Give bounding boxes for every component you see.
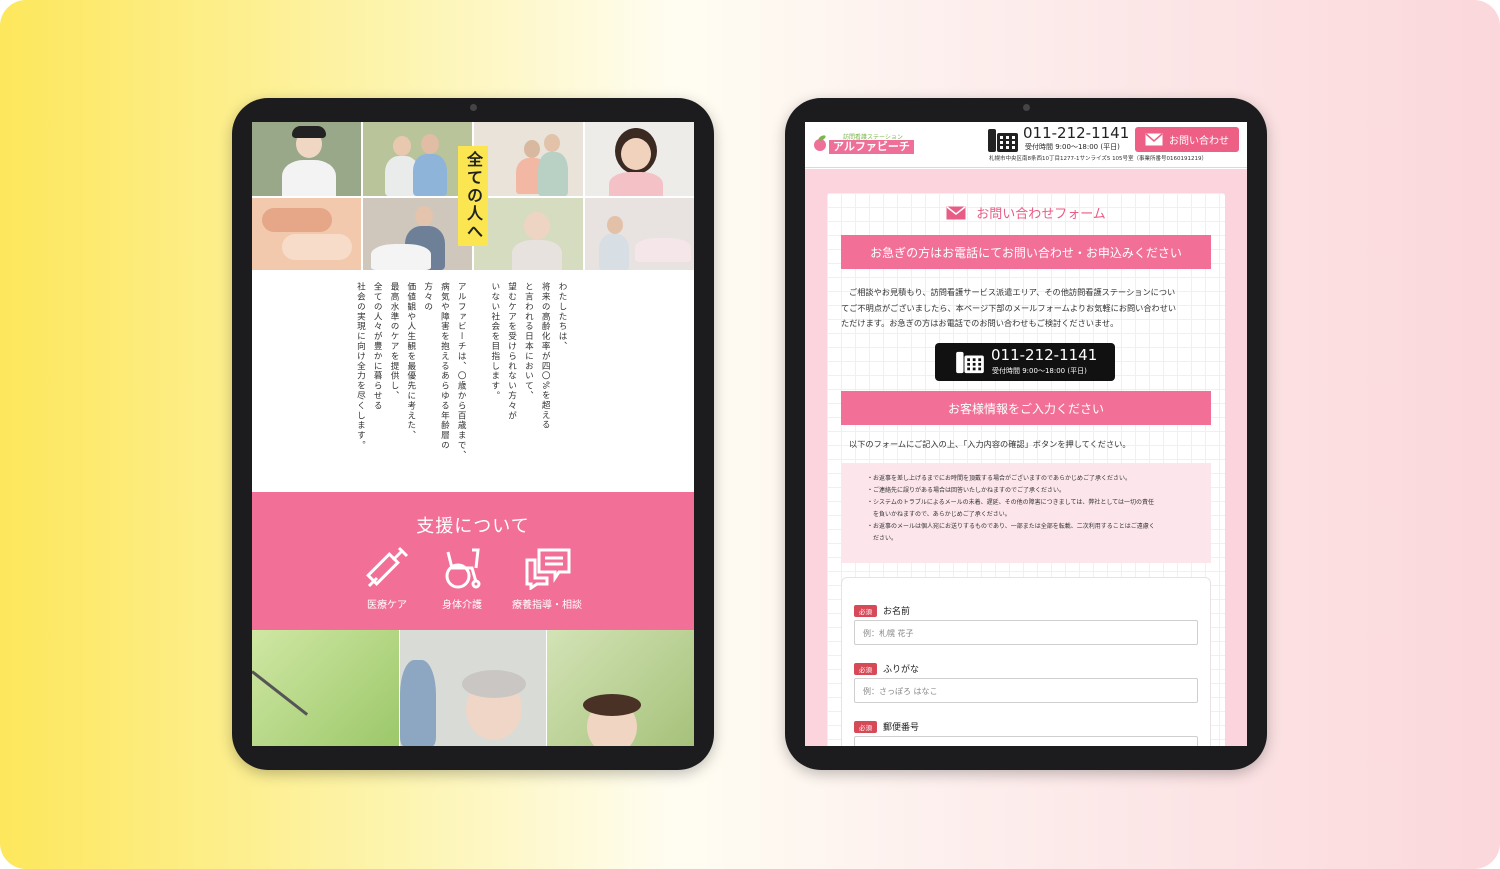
- call-button[interactable]: 011-212-1141 受付時間 9:00〜18:00 (平日): [935, 343, 1115, 381]
- photo-green-blur: [252, 630, 399, 746]
- leaf-logo-icon[interactable]: [813, 134, 827, 152]
- photo-elderly-woman: [400, 630, 546, 746]
- intro-line: と言われる日本において、: [523, 282, 534, 401]
- form-notes: ・お返事を差し上げるまでにお時間を頂戴する場合がございますのであらかじめご了承く…: [841, 463, 1211, 563]
- postal-code-input[interactable]: [854, 736, 1198, 746]
- bottom-photo-strip: [252, 630, 694, 746]
- intro-line: 病気や障害を抱えるあらゆる年齢層の方々の: [422, 282, 450, 451]
- photo-bedside: [585, 198, 694, 270]
- syringe-icon: [366, 546, 409, 588]
- contact-form-card: お問い合わせフォーム お急ぎの方はお電話にてお問い合わせ・お申込みください ご相…: [827, 193, 1225, 746]
- intro-line: 最高水準のケアを提供し、: [389, 282, 400, 401]
- call-button-number: 011-212-1141: [991, 346, 1098, 364]
- intro-spacer: ​: [469, 282, 486, 462]
- name-input[interactable]: 例：札幌 花子: [854, 620, 1198, 645]
- contact-button[interactable]: お問い合わせ: [1135, 127, 1239, 152]
- contact-button-label: お問い合わせ: [1169, 136, 1229, 147]
- note-line: ださい。: [867, 535, 898, 542]
- intro-line: 全ての人々が豊かに暮らせる: [372, 282, 383, 411]
- header-address: 札幌市中央区南8条西10丁目1277-1サンライズ5 105号室（事業所番号01…: [989, 156, 1208, 162]
- logo-name[interactable]: アルファビーチ: [829, 140, 914, 154]
- field-postal-code: 必須 郵便番号: [854, 716, 1198, 746]
- intro-text: ご相談やお見積もり、訪問看護サービス派遣エリア、その他訪問看護ステーションについ…: [841, 285, 1211, 332]
- service-label: 医療ケア: [367, 600, 407, 611]
- intro-line: 望むケアを受けられない方々が: [506, 282, 517, 421]
- intro-line: アルファビーチは、〇歳から百歳まで、: [456, 282, 467, 461]
- photo-elderly-man: [252, 122, 361, 196]
- field-label: 郵便番号: [883, 723, 920, 733]
- mail-icon: [1145, 133, 1163, 146]
- customer-form: 必須 お名前 例：札幌 花子 必須 ふりがな 例：さっぽろ はなこ 必須 郵便番号: [841, 577, 1211, 746]
- support-title: 支援について: [416, 516, 530, 537]
- intro-line: いない社会を目指します。: [489, 282, 500, 401]
- service-consultation[interactable]: 療養指導・相談: [509, 544, 585, 611]
- mail-icon: [946, 205, 966, 219]
- required-badge: 必須: [854, 604, 877, 617]
- fax-phone-icon: [956, 351, 984, 374]
- note-line: ・ご連絡先に誤りがある場合は回答いたしかねますのでご了承ください。: [867, 487, 1066, 494]
- right-tablet-frame: 訪問看護ステーション アルファビーチ 011-212-1141 受付時間 9:0…: [785, 98, 1267, 770]
- intro-line: 将来の高齢化率が四〇%を超える: [540, 282, 551, 431]
- photo-nurse-smiling: [547, 630, 694, 746]
- left-tablet-frame: 全ての人へ わたしたちは、 将来の高齢化率が四〇%を超える と言われる日本におい…: [232, 98, 714, 770]
- intro-line: わたしたちは、: [557, 282, 567, 352]
- intro-line: ただけます。お急ぎの方はお電話でのお問い合わせもご検討くださいませ。: [841, 318, 1119, 328]
- site-header: 訪問看護ステーション アルファビーチ 011-212-1141 受付時間 9:0…: [805, 122, 1247, 168]
- photo-smiling-woman: [474, 198, 583, 270]
- header-hours: 受付時間 9:00〜18:00 (平日): [1025, 143, 1120, 151]
- form-title: お問い合わせフォーム: [827, 203, 1225, 222]
- customer-info-banner: お客様情報をご入力ください: [841, 391, 1211, 425]
- header-phone-number[interactable]: 011-212-1141: [1023, 124, 1129, 142]
- note-line: ・システムのトラブルによるメールの未着、遅延、その他の障害につきましては、弊社と…: [867, 499, 1155, 506]
- photo-wheelchair: [474, 122, 583, 196]
- wheelchair-icon: [445, 548, 481, 589]
- fax-phone-icon: [988, 129, 1018, 152]
- field-furigana: 必須 ふりがな 例：さっぽろ はなこ: [854, 658, 1198, 703]
- note-line: ・お返事のメールは個人宛にお送りするものであり、一部または全部を転載、二次利用す…: [867, 523, 1155, 530]
- note-line: ・お返事を差し上げるまでにお時間を頂戴する場合がございますのであらかじめご了承く…: [867, 475, 1131, 482]
- page-background: [0, 0, 1500, 869]
- intro-line: 社会の実現に向け全力を尽くします。: [355, 282, 366, 451]
- intro-line: てご不明点がございましたら、本ページ下部のメールフォームよりお気軽にお問い合わせ…: [841, 302, 1177, 313]
- call-button-hours: 受付時間 9:00〜18:00 (平日): [992, 367, 1087, 375]
- form-instruction: 以下のフォームにご記入の上、「入力内容の確認」ボタンを押してください。: [849, 439, 1131, 449]
- chat-bubbles-icon: [525, 548, 571, 590]
- required-badge: 必須: [854, 662, 877, 675]
- intro-vertical-text: わたしたちは、 将来の高齢化率が四〇%を超える と言われる日本において、 望むケ…: [352, 282, 570, 462]
- tablet-camera: [470, 104, 477, 111]
- service-body-care[interactable]: 身体介護: [424, 544, 500, 611]
- photo-caregiver: [363, 198, 472, 270]
- photo-hands: [252, 198, 361, 270]
- support-section: 支援について 医療ケア 身体介護 療養指導・相談: [252, 492, 694, 630]
- hero-badge: 全ての人へ: [458, 146, 488, 246]
- service-label: 療養指導・相談: [512, 600, 582, 611]
- service-medical-care[interactable]: 医療ケア: [349, 544, 425, 611]
- field-label: ふりがな: [883, 665, 920, 675]
- intro-line: ご相談やお見積もり、訪問看護サービス派遣エリア、その他訪問看護ステーションについ: [849, 287, 1176, 297]
- intro-line: 価値観や人生観を最優先に考えた、: [405, 282, 416, 441]
- page-body: お問い合わせフォーム お急ぎの方はお電話にてお問い合わせ・お申込みください ご相…: [805, 169, 1247, 746]
- note-line: を負いかねますので、あらかじめご了承ください。: [867, 511, 1011, 518]
- left-tablet-screen[interactable]: 全ての人へ わたしたちは、 将来の高齢化率が四〇%を超える と言われる日本におい…: [252, 122, 694, 746]
- tablet-camera: [1023, 104, 1030, 111]
- right-tablet-screen[interactable]: 訪問看護ステーション アルファビーチ 011-212-1141 受付時間 9:0…: [805, 122, 1247, 746]
- field-name: 必須 お名前 例：札幌 花子: [854, 600, 1198, 645]
- field-label: お名前: [883, 607, 911, 617]
- required-badge: 必須: [854, 720, 877, 733]
- furigana-input[interactable]: 例：さっぽろ はなこ: [854, 678, 1198, 703]
- form-title-text: お問い合わせフォーム: [976, 207, 1106, 222]
- service-label: 身体介護: [442, 600, 482, 611]
- photo-child: [585, 122, 694, 196]
- photo-two-women: [363, 122, 472, 196]
- urgent-banner: お急ぎの方はお電話にてお問い合わせ・お申込みください: [841, 235, 1211, 269]
